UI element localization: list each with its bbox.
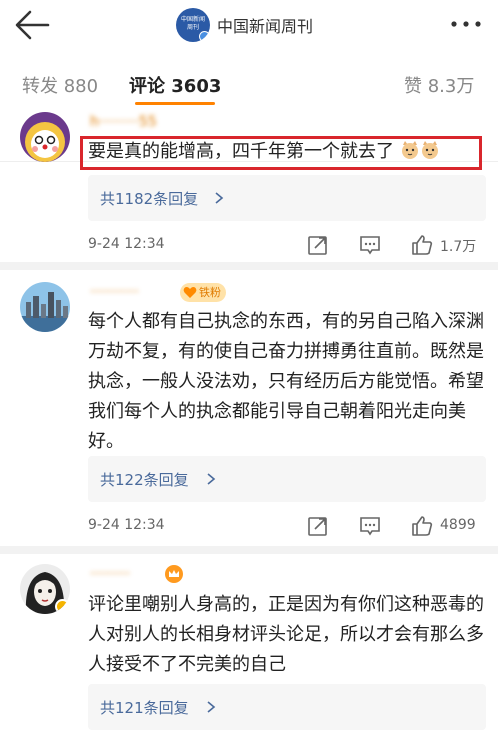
avatar[interactable]: [20, 112, 70, 162]
fan-badge-label: 铁粉: [199, 286, 221, 299]
comment-item: ········· 评论里嘲别人身高的，正是因为有你们这种恶毒的人对别人的长相身…: [0, 554, 498, 743]
account-avatar-text: 中国新闻周刊: [180, 16, 205, 31]
top-bar: 中国新闻周刊 中国新闻周刊: [0, 0, 498, 50]
verified-icon: [199, 31, 210, 42]
divider: [0, 262, 498, 270]
back-button[interactable]: [12, 8, 52, 42]
comment-icon[interactable]: [358, 233, 382, 257]
highlight-annotation: [80, 136, 482, 170]
divider: [0, 546, 498, 554]
tab-likes[interactable]: 赞 8.3万: [404, 72, 474, 98]
tab-bar: 转发 880 评论 3603 赞 8.3万: [0, 50, 498, 162]
member-crown-icon: [165, 565, 183, 583]
comment-icon[interactable]: [358, 514, 382, 538]
active-tab-indicator: [135, 102, 215, 105]
replies-count: 共122条回复: [100, 471, 189, 489]
account-name[interactable]: 中国新闻周刊: [217, 13, 313, 37]
account-avatar[interactable]: 中国新闻周刊: [176, 8, 210, 42]
chevron-right-icon: [215, 192, 224, 204]
comment-text: 每个人都有自己执念的东西，有的另自己陷入深渊万劫不复，有的使自己奋力拼搏勇往直前…: [88, 311, 484, 452]
tab-reposts[interactable]: 转发 880: [22, 72, 98, 98]
fan-badge: 铁粉: [180, 283, 226, 302]
comment-time: 9-24 12:34: [88, 517, 165, 533]
comment-time: 9-24 12:34: [88, 236, 165, 252]
cartoon-avatar-icon: [20, 112, 70, 162]
share-icon[interactable]: [306, 514, 330, 538]
avatar[interactable]: [20, 282, 70, 332]
replies-count: 共1182条回复: [100, 190, 199, 208]
avatar[interactable]: [20, 564, 70, 614]
arrow-left-icon: [15, 10, 50, 40]
like-count: 1.7万: [440, 239, 477, 255]
comment-username[interactable]: ·········: [90, 566, 130, 582]
replies-link[interactable]: 共1182条回复: [88, 175, 486, 221]
more-dots-icon: [451, 21, 481, 27]
city-skyline-avatar-icon: [20, 282, 70, 332]
thumbs-up-icon[interactable]: [410, 233, 434, 257]
tab-comments[interactable]: 评论 3603: [129, 72, 221, 98]
comment-meta: 9-24 12:34 4899: [88, 514, 486, 538]
replies-count: 共121条回复: [100, 699, 189, 717]
heart-icon: [183, 287, 197, 298]
replies-link[interactable]: 共121条回复: [88, 684, 486, 730]
more-button[interactable]: [446, 14, 486, 34]
comment-meta: 9-24 12:34 1.7万: [88, 233, 486, 257]
comment-item: ··········· 铁粉 每个人都有自己执念的东西，有的另自己陷入深渊万劫不…: [0, 270, 498, 552]
replies-link[interactable]: 共122条回复: [88, 456, 486, 502]
account-header[interactable]: 中国新闻周刊 中国新闻周刊: [176, 7, 313, 43]
verified-icon: [55, 599, 70, 614]
like-count: 4899: [440, 517, 476, 533]
chevron-right-icon: [207, 701, 216, 713]
chevron-right-icon: [207, 473, 216, 485]
comment-username[interactable]: h·········55: [90, 114, 157, 130]
comment-text: 评论里嘲别人身高的，正是因为有你们这种恶毒的人对别人的长相身材评头论足，所以才会…: [88, 594, 484, 675]
share-icon[interactable]: [306, 233, 330, 257]
comment-username[interactable]: ···········: [90, 284, 139, 300]
thumbs-up-icon[interactable]: [410, 514, 434, 538]
